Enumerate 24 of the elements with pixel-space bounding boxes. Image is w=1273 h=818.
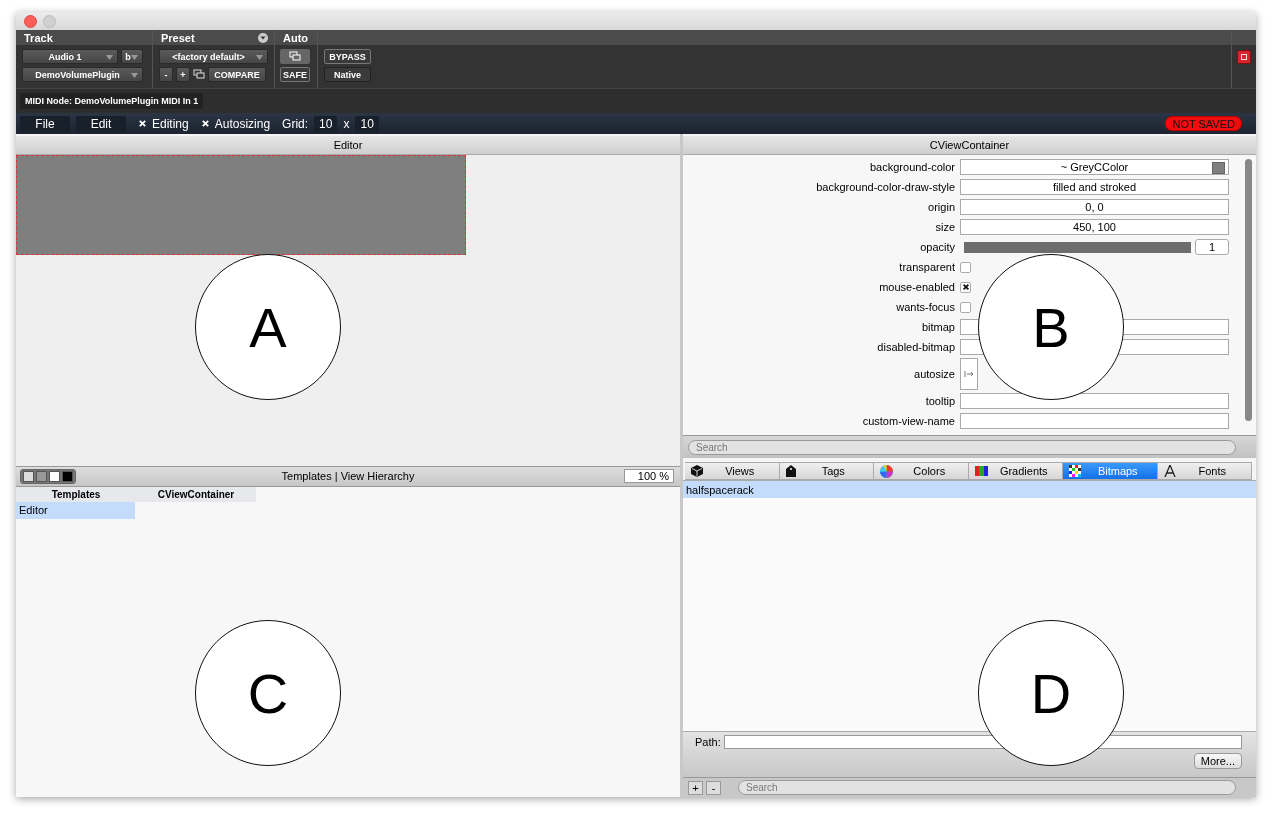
property-label: transparent bbox=[898, 261, 956, 273]
property-label: origin bbox=[927, 201, 956, 213]
property-label: custom-view-name bbox=[861, 415, 956, 427]
property-label: wants-focus bbox=[895, 301, 956, 313]
panel-title: CViewContainer bbox=[683, 136, 1256, 155]
panel-title: Editor bbox=[16, 136, 680, 155]
property-label: opacity bbox=[919, 241, 956, 253]
section-label: Track bbox=[24, 31, 53, 44]
property-label: mouse-enabled bbox=[878, 281, 956, 293]
section-label: Preset bbox=[161, 31, 195, 44]
path-label: Path: bbox=[695, 736, 721, 748]
property-label: autosize bbox=[913, 368, 956, 380]
property-label: bitmap bbox=[920, 321, 956, 333]
grid-label: Grid: bbox=[282, 116, 309, 131]
status-badge: NOT SAVED bbox=[1165, 116, 1242, 131]
property-label: tooltip bbox=[924, 395, 956, 407]
property-label: disabled-bitmap bbox=[876, 341, 956, 353]
property-label: background-color-draw-style bbox=[815, 181, 956, 193]
property-label: size bbox=[934, 221, 956, 233]
midi-node-label: MIDI Node: DemoVolumePlugin MIDI In 1 bbox=[20, 93, 204, 109]
property-label: background-color bbox=[869, 161, 956, 173]
section-label: Auto bbox=[283, 31, 309, 44]
panel-title: Templates | View Hierarchy bbox=[281, 470, 415, 482]
grid-separator: x bbox=[343, 116, 350, 131]
